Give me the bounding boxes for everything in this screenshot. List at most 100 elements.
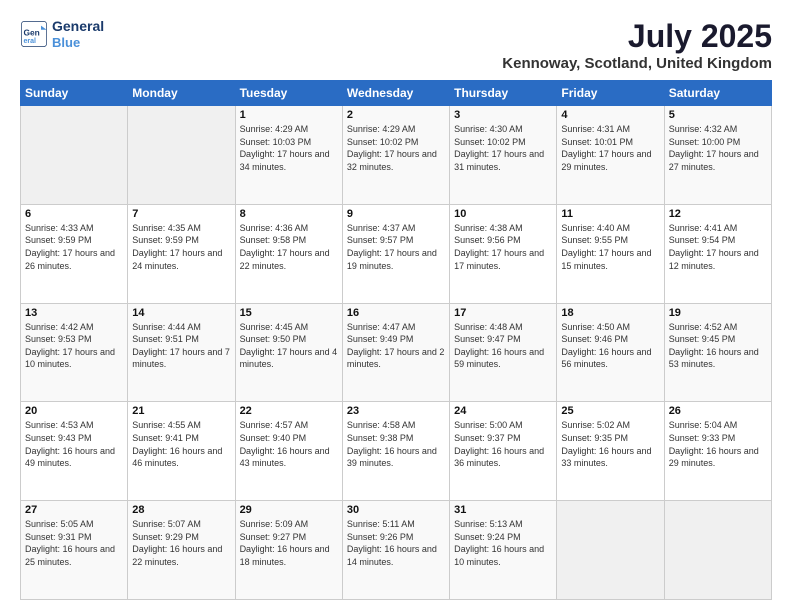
day-info: Sunrise: 5:05 AM Sunset: 9:31 PM Dayligh… <box>25 518 123 568</box>
calendar-cell: 5 Sunrise: 4:32 AM Sunset: 10:00 PM Dayli… <box>664 106 771 205</box>
day-number: 17 <box>454 307 552 319</box>
calendar-cell: 18 Sunrise: 4:50 AM Sunset: 9:46 PM Dayli… <box>557 303 664 402</box>
day-info: Sunrise: 4:57 AM Sunset: 9:40 PM Dayligh… <box>240 419 338 469</box>
day-info: Sunrise: 4:45 AM Sunset: 9:50 PM Dayligh… <box>240 321 338 371</box>
calendar-cell: 22 Sunrise: 4:57 AM Sunset: 9:40 PM Dayli… <box>235 402 342 501</box>
calendar-cell: 30 Sunrise: 5:11 AM Sunset: 9:26 PM Dayli… <box>342 501 449 600</box>
calendar-cell: 17 Sunrise: 4:48 AM Sunset: 9:47 PM Dayli… <box>450 303 557 402</box>
day-number: 22 <box>240 405 338 417</box>
logo-icon: Gen eral <box>20 20 48 48</box>
calendar-cell: 19Sunrise: 4:52 AM Sunset: 9:45 PM Dayli… <box>664 303 771 402</box>
calendar-cell: 12 Sunrise: 4:41 AM Sunset: 9:54 PM Dayli… <box>664 204 771 303</box>
day-of-week-header: Saturday <box>664 81 771 106</box>
header: Gen eral General Blue July 2025 Kennoway… <box>20 18 772 72</box>
calendar-cell <box>21 106 128 205</box>
calendar-cell: 3Sunrise: 4:30 AM Sunset: 10:02 PM Dayli… <box>450 106 557 205</box>
day-number: 7 <box>132 208 230 220</box>
day-of-week-header: Friday <box>557 81 664 106</box>
logo-line1: General <box>52 18 104 35</box>
day-info: Sunrise: 4:40 AM Sunset: 9:55 PM Dayligh… <box>561 222 659 272</box>
day-of-week-header: Tuesday <box>235 81 342 106</box>
calendar-cell: 13 Sunrise: 4:42 AM Sunset: 9:53 PM Dayli… <box>21 303 128 402</box>
day-info: Sunrise: 5:13 AM Sunset: 9:24 PM Dayligh… <box>454 518 552 568</box>
day-of-week-header: Wednesday <box>342 81 449 106</box>
day-info: Sunrise: 4:53 AM Sunset: 9:43 PM Dayligh… <box>25 419 123 469</box>
calendar-week-row: 20 Sunrise: 4:53 AM Sunset: 9:43 PM Dayli… <box>21 402 772 501</box>
calendar-week-row: 1Sunrise: 4:29 AM Sunset: 10:03 PM Dayli… <box>21 106 772 205</box>
calendar-cell: 4 Sunrise: 4:31 AM Sunset: 10:01 PM Dayli… <box>557 106 664 205</box>
day-number: 8 <box>240 208 338 220</box>
calendar-cell: 1Sunrise: 4:29 AM Sunset: 10:03 PM Dayli… <box>235 106 342 205</box>
day-info: Sunrise: 4:37 AM Sunset: 9:57 PM Dayligh… <box>347 222 445 272</box>
calendar-cell: 29Sunrise: 5:09 AM Sunset: 9:27 PM Dayli… <box>235 501 342 600</box>
calendar-cell: 21 Sunrise: 4:55 AM Sunset: 9:41 PM Dayli… <box>128 402 235 501</box>
calendar-week-row: 27 Sunrise: 5:05 AM Sunset: 9:31 PM Dayli… <box>21 501 772 600</box>
day-of-week-header: Monday <box>128 81 235 106</box>
day-number: 16 <box>347 307 445 319</box>
calendar-week-row: 6Sunrise: 4:33 AM Sunset: 9:59 PM Daylig… <box>21 204 772 303</box>
day-number: 30 <box>347 504 445 516</box>
day-info: Sunrise: 4:36 AM Sunset: 9:58 PM Dayligh… <box>240 222 338 272</box>
day-number: 15 <box>240 307 338 319</box>
calendar-cell <box>664 501 771 600</box>
calendar-cell: 16 Sunrise: 4:47 AM Sunset: 9:49 PM Dayli… <box>342 303 449 402</box>
title-block: July 2025 Kennoway, Scotland, United Kin… <box>502 18 772 72</box>
calendar-week-row: 13 Sunrise: 4:42 AM Sunset: 9:53 PM Dayli… <box>21 303 772 402</box>
day-info: Sunrise: 4:29 AM Sunset: 10:03 PM Daylig… <box>240 123 338 173</box>
day-number: 3 <box>454 109 552 121</box>
day-number: 20 <box>25 405 123 417</box>
day-number: 18 <box>561 307 659 319</box>
day-number: 9 <box>347 208 445 220</box>
day-number: 29 <box>240 504 338 516</box>
day-info: Sunrise: 4:47 AM Sunset: 9:49 PM Dayligh… <box>347 321 445 371</box>
calendar-cell <box>128 106 235 205</box>
day-number: 19 <box>669 307 767 319</box>
logo-text-block: General Blue <box>52 18 104 50</box>
day-number: 21 <box>132 405 230 417</box>
calendar-location: Kennoway, Scotland, United Kingdom <box>502 55 772 72</box>
day-number: 31 <box>454 504 552 516</box>
day-info: Sunrise: 5:04 AM Sunset: 9:33 PM Dayligh… <box>669 419 767 469</box>
calendar-cell: 23 Sunrise: 4:58 AM Sunset: 9:38 PM Dayli… <box>342 402 449 501</box>
page: Gen eral General Blue July 2025 Kennoway… <box>0 0 792 612</box>
day-info: Sunrise: 4:32 AM Sunset: 10:00 PM Daylig… <box>669 123 767 173</box>
day-info: Sunrise: 4:42 AM Sunset: 9:53 PM Dayligh… <box>25 321 123 371</box>
day-number: 11 <box>561 208 659 220</box>
day-number: 13 <box>25 307 123 319</box>
day-number: 23 <box>347 405 445 417</box>
calendar-cell: 20 Sunrise: 4:53 AM Sunset: 9:43 PM Dayli… <box>21 402 128 501</box>
calendar-cell: 15 Sunrise: 4:45 AM Sunset: 9:50 PM Dayli… <box>235 303 342 402</box>
day-info: Sunrise: 4:55 AM Sunset: 9:41 PM Dayligh… <box>132 419 230 469</box>
day-info: Sunrise: 4:44 AM Sunset: 9:51 PM Dayligh… <box>132 321 230 371</box>
day-of-week-header: Thursday <box>450 81 557 106</box>
day-number: 5 <box>669 109 767 121</box>
day-info: Sunrise: 4:41 AM Sunset: 9:54 PM Dayligh… <box>669 222 767 272</box>
day-info: Sunrise: 4:48 AM Sunset: 9:47 PM Dayligh… <box>454 321 552 371</box>
day-info: Sunrise: 4:29 AM Sunset: 10:02 PM Daylig… <box>347 123 445 173</box>
day-info: Sunrise: 5:11 AM Sunset: 9:26 PM Dayligh… <box>347 518 445 568</box>
day-number: 12 <box>669 208 767 220</box>
day-number: 4 <box>561 109 659 121</box>
svg-text:eral: eral <box>24 38 37 45</box>
calendar-cell: 11 Sunrise: 4:40 AM Sunset: 9:55 PM Dayli… <box>557 204 664 303</box>
calendar-cell: 26 Sunrise: 5:04 AM Sunset: 9:33 PM Dayli… <box>664 402 771 501</box>
day-info: Sunrise: 5:02 AM Sunset: 9:35 PM Dayligh… <box>561 419 659 469</box>
day-number: 26 <box>669 405 767 417</box>
calendar-cell: 25 Sunrise: 5:02 AM Sunset: 9:35 PM Dayli… <box>557 402 664 501</box>
calendar-cell: 31 Sunrise: 5:13 AM Sunset: 9:24 PM Dayli… <box>450 501 557 600</box>
day-info: Sunrise: 4:50 AM Sunset: 9:46 PM Dayligh… <box>561 321 659 371</box>
day-info: Sunrise: 4:35 AM Sunset: 9:59 PM Dayligh… <box>132 222 230 272</box>
day-info: Sunrise: 4:38 AM Sunset: 9:56 PM Dayligh… <box>454 222 552 272</box>
calendar-cell: 7 Sunrise: 4:35 AM Sunset: 9:59 PM Daylig… <box>128 204 235 303</box>
calendar-cell <box>557 501 664 600</box>
day-info: Sunrise: 4:58 AM Sunset: 9:38 PM Dayligh… <box>347 419 445 469</box>
day-number: 6 <box>25 208 123 220</box>
day-info: Sunrise: 4:31 AM Sunset: 10:01 PM Daylig… <box>561 123 659 173</box>
day-number: 10 <box>454 208 552 220</box>
calendar-cell: 27 Sunrise: 5:05 AM Sunset: 9:31 PM Dayli… <box>21 501 128 600</box>
day-number: 27 <box>25 504 123 516</box>
calendar-header-row: SundayMondayTuesdayWednesdayThursdayFrid… <box>21 81 772 106</box>
day-info: Sunrise: 5:07 AM Sunset: 9:29 PM Dayligh… <box>132 518 230 568</box>
day-number: 25 <box>561 405 659 417</box>
calendar-cell: 9 Sunrise: 4:37 AM Sunset: 9:57 PM Daylig… <box>342 204 449 303</box>
